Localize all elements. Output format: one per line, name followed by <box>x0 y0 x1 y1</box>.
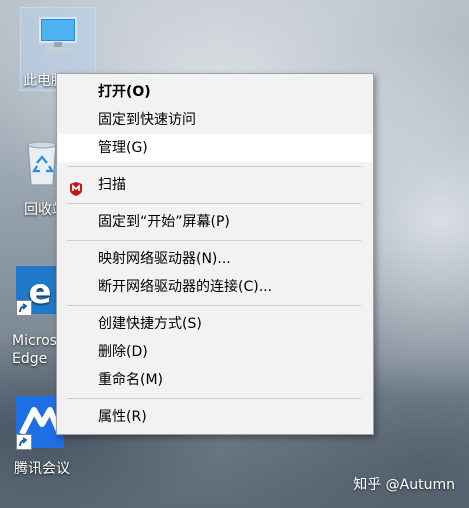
context-menu: 打开(O) 固定到快速访问 管理(G) 扫描 固定到“开始”屏幕(P) 映射网络… <box>56 73 374 435</box>
menu-item-pin-start[interactable]: 固定到“开始”屏幕(P) <box>57 208 373 236</box>
menu-item-pin-quick-access[interactable]: 固定到快速访问 <box>57 106 373 134</box>
shortcut-arrow-icon <box>16 434 32 450</box>
watermark: 知乎 @Autumn <box>353 477 455 493</box>
menu-item-manage[interactable]: 管理(G) <box>58 134 372 162</box>
menu-item-scan[interactable]: 扫描 <box>57 171 373 199</box>
computer-icon <box>34 14 82 62</box>
menu-separator <box>67 305 361 306</box>
desktop: 此电脑 回收站 e Microsoft Edge 腾讯会议 打开(O) 固定到快… <box>0 0 469 508</box>
menu-separator <box>67 240 361 241</box>
menu-item-delete[interactable]: 删除(D) <box>57 338 373 366</box>
menu-separator <box>67 398 361 399</box>
menu-item-scan-label: 扫描 <box>98 177 126 193</box>
menu-item-map-network-drive[interactable]: 映射网络驱动器(N)... <box>57 245 373 273</box>
shortcut-arrow-icon <box>16 300 32 316</box>
mcafee-icon <box>69 178 83 196</box>
menu-item-disconnect-network-drive[interactable]: 断开网络驱动器的连接(C)... <box>57 273 373 301</box>
menu-item-rename[interactable]: 重命名(M) <box>57 366 373 394</box>
menu-item-open[interactable]: 打开(O) <box>57 78 373 106</box>
menu-item-properties[interactable]: 属性(R) <box>57 403 373 431</box>
menu-item-create-shortcut[interactable]: 创建快捷方式(S) <box>57 310 373 338</box>
desktop-icon-label: 腾讯会议 <box>14 461 70 477</box>
menu-separator <box>67 166 361 167</box>
menu-separator <box>67 203 361 204</box>
